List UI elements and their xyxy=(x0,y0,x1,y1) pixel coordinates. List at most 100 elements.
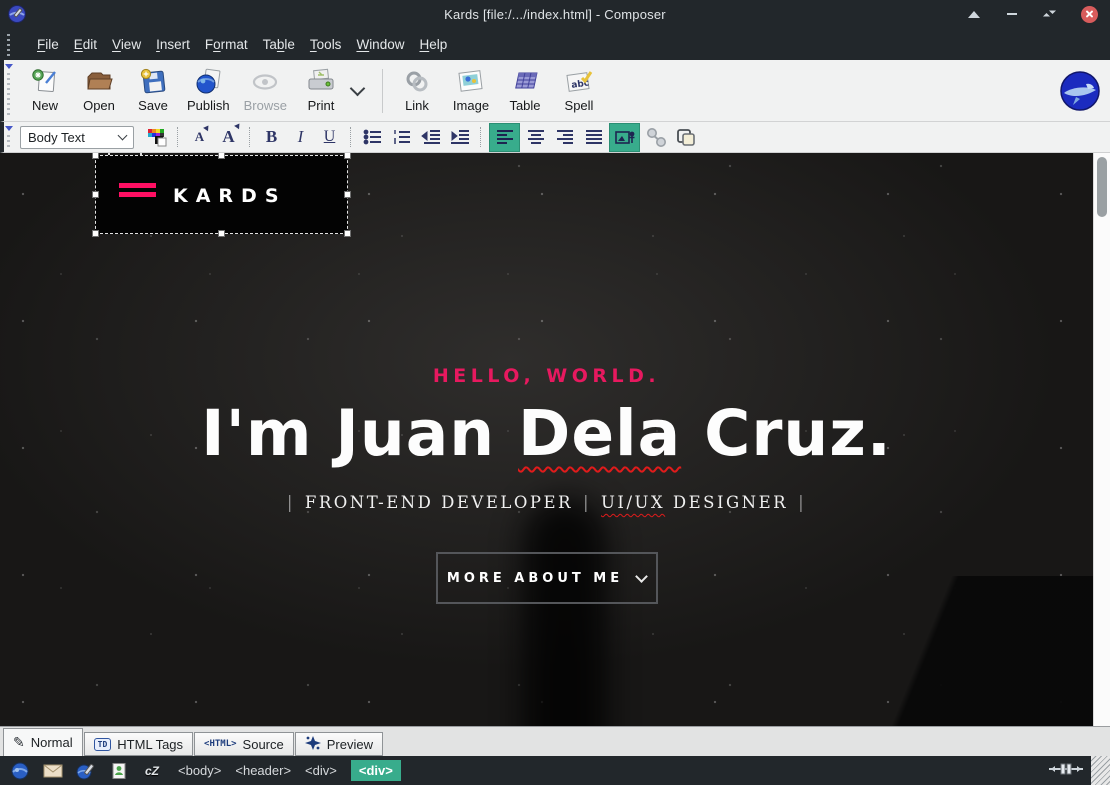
layer-button[interactable] xyxy=(671,124,698,150)
image-button[interactable]: Image xyxy=(444,65,498,116)
justify-button[interactable] xyxy=(580,124,607,150)
seamonkey-throbber[interactable] xyxy=(1060,71,1100,111)
resize-handle[interactable] xyxy=(218,153,225,159)
menu-view[interactable]: View xyxy=(112,37,141,52)
spell-button[interactable]: abc Spell xyxy=(552,65,606,116)
composition-toolbar: New Open Save Publish Browse Print Link xyxy=(0,60,1110,122)
statusbar-grippy-icon[interactable] xyxy=(1049,763,1083,778)
save-button[interactable]: Save xyxy=(126,65,180,116)
editor-canvas[interactable]: KARDS HELLO, WORLD. I'm Juan Dela Cruz. … xyxy=(0,153,1110,726)
window-resize-grip[interactable] xyxy=(1091,756,1110,785)
format-separator xyxy=(350,127,352,147)
align-center-button[interactable] xyxy=(522,124,549,150)
breadcrumb-header[interactable]: <header> xyxy=(235,763,291,778)
new-button[interactable]: New xyxy=(18,65,72,116)
tab-normal[interactable]: ✎ Normal xyxy=(3,728,83,756)
status-bar: cZ <body> <header> <div> <div> xyxy=(0,756,1110,785)
hero-greeting: HELLO, WORLD. xyxy=(0,365,1093,387)
menu-insert[interactable]: Insert xyxy=(156,37,190,52)
menu-edit[interactable]: Edit xyxy=(74,37,97,52)
tab-html-tags[interactable]: TD HTML Tags xyxy=(84,732,193,756)
hamburger-menu-icon[interactable] xyxy=(119,183,156,201)
format-separator xyxy=(177,127,179,147)
publish-button[interactable]: Publish xyxy=(180,65,237,116)
composer-icon[interactable] xyxy=(76,761,96,781)
absolute-position-button[interactable] xyxy=(609,123,640,152)
bulleted-list-button[interactable] xyxy=(359,124,386,150)
tab-preview[interactable]: Preview xyxy=(295,732,383,756)
resize-handle[interactable] xyxy=(344,230,351,237)
window-controls xyxy=(967,0,1098,28)
hero-roles: |FRONT-END DEVELOPER|UI/UX DESIGNER| xyxy=(0,493,1093,512)
spell-check-icon: abc xyxy=(564,68,594,95)
navigator-icon[interactable] xyxy=(10,761,30,781)
toolbar-overflow-chevron-icon[interactable] xyxy=(350,81,366,97)
selected-header-element[interactable]: KARDS xyxy=(95,155,348,234)
table-button[interactable]: Table xyxy=(498,65,552,116)
toolbar-grippy[interactable] xyxy=(5,63,12,118)
underline-button[interactable]: U xyxy=(316,124,343,150)
bullet-list-icon xyxy=(363,128,383,146)
outdent-button[interactable] xyxy=(417,124,444,150)
italic-button[interactable]: I xyxy=(287,124,314,150)
edit-mode-toolbar: ✎ Normal TD HTML Tags <HTML> Source Prev… xyxy=(0,726,1110,756)
tab-source[interactable]: <HTML> Source xyxy=(194,732,294,756)
resize-handle[interactable] xyxy=(344,191,351,198)
menu-file[interactable]: File xyxy=(37,37,59,52)
menubar-grippy[interactable] xyxy=(5,32,12,56)
toolbar-separator xyxy=(382,69,383,113)
mail-icon[interactable] xyxy=(43,761,63,781)
resize-handle[interactable] xyxy=(218,230,225,237)
window-title: Kards [file:/.../index.html] - Composer xyxy=(0,7,1110,22)
close-button[interactable] xyxy=(1081,6,1098,23)
grid-mode-button[interactable] xyxy=(642,124,669,150)
open-button[interactable]: Open xyxy=(72,65,126,116)
menu-format[interactable]: Format xyxy=(205,37,248,52)
component-bar: cZ xyxy=(0,761,178,781)
image-pin-icon xyxy=(614,128,636,146)
restore-icon xyxy=(1044,8,1056,20)
resize-handle[interactable] xyxy=(92,191,99,198)
tag-marker-icon: TD xyxy=(94,738,112,751)
resize-handle[interactable] xyxy=(92,153,99,159)
chatzilla-icon[interactable]: cZ xyxy=(142,761,162,781)
breadcrumb-body[interactable]: <body> xyxy=(178,763,221,778)
resize-handle[interactable] xyxy=(344,153,351,159)
menu-help[interactable]: Help xyxy=(419,37,447,52)
menu-tools[interactable]: Tools xyxy=(310,37,342,52)
resize-handle[interactable] xyxy=(92,230,99,237)
browse-eye-icon xyxy=(250,68,280,95)
indent-button[interactable] xyxy=(446,124,473,150)
minimize-button[interactable] xyxy=(1005,7,1019,21)
align-left-button[interactable] xyxy=(489,123,520,152)
format-toolbar-grippy[interactable] xyxy=(5,125,12,149)
decrease-font-button[interactable]: A xyxy=(186,124,213,150)
numbered-list-button[interactable] xyxy=(388,124,415,150)
paragraph-style-select[interactable]: Body Text xyxy=(20,126,134,149)
preview-icon xyxy=(305,736,321,753)
open-folder-icon xyxy=(85,68,113,95)
new-document-icon xyxy=(31,68,59,95)
menu-table[interactable]: Table xyxy=(263,37,295,52)
link-icon xyxy=(403,68,431,95)
chevron-down-icon xyxy=(635,570,648,583)
bold-button[interactable]: B xyxy=(258,124,285,150)
outdent-icon xyxy=(420,128,442,146)
breadcrumb-div-active[interactable]: <div> xyxy=(351,760,401,781)
vertical-scrollbar[interactable] xyxy=(1093,153,1110,726)
breadcrumb-div[interactable]: <div> xyxy=(305,763,337,778)
eject-icon xyxy=(968,11,980,18)
print-button[interactable]: Print xyxy=(294,65,348,116)
color-grid-icon xyxy=(146,127,168,147)
link-button[interactable]: Link xyxy=(390,65,444,116)
restore-button[interactable] xyxy=(1043,7,1057,21)
align-right-button[interactable] xyxy=(551,124,578,150)
menu-window[interactable]: Window xyxy=(356,37,404,52)
text-color-picker[interactable] xyxy=(143,124,170,150)
increase-font-button[interactable]: A xyxy=(215,124,242,150)
address-book-icon[interactable] xyxy=(109,761,129,781)
scrollbar-thumb[interactable] xyxy=(1097,157,1107,217)
browse-button[interactable]: Browse xyxy=(237,65,294,116)
shade-button[interactable] xyxy=(967,7,981,21)
more-about-me-button[interactable]: MORE ABOUT ME xyxy=(436,552,658,604)
